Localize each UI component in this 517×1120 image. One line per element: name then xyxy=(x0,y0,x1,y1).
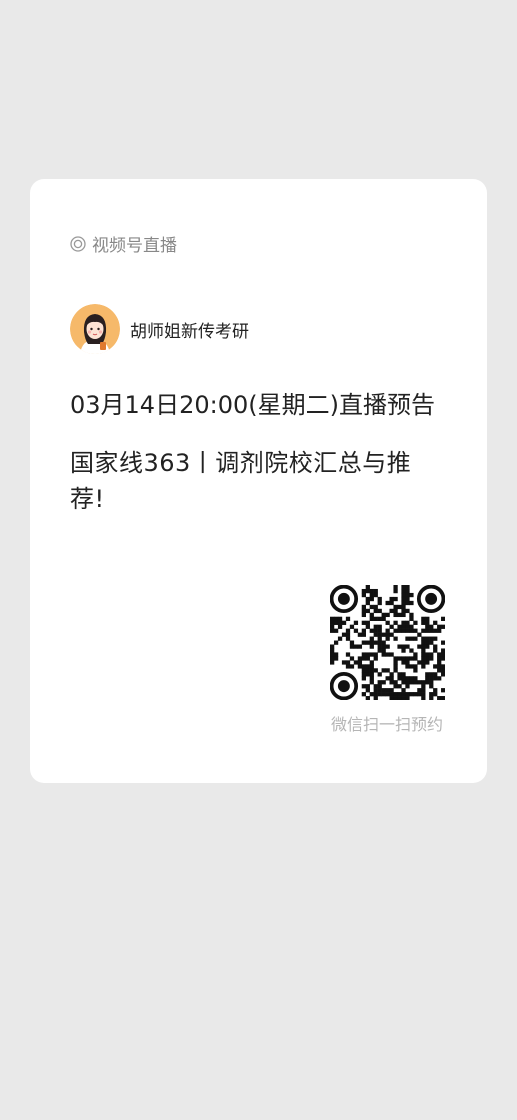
author-row[interactable]: 胡师姐新传考研 xyxy=(70,304,249,354)
live-ring-icon xyxy=(70,235,86,252)
qr-eye-center xyxy=(337,680,350,693)
qr-code[interactable] xyxy=(330,585,445,700)
avatar-illustration-icon xyxy=(70,304,120,354)
live-preview-card: 视频号直播 胡师姐新传考研 03月14日20:00(星期二)直播预告 国家线36… xyxy=(30,179,487,783)
qr-eye-center xyxy=(425,592,438,605)
source-label: 视频号直播 xyxy=(92,236,177,256)
author-name[interactable]: 胡师姐新传考研 xyxy=(130,317,249,342)
live-title: 国家线363丨调剂院校汇总与推荐! xyxy=(70,449,412,513)
source-row: 视频号直播 xyxy=(70,231,177,256)
avatar[interactable] xyxy=(70,304,120,354)
qr-caption: 微信扫一扫预约 xyxy=(330,715,443,734)
qr-eye-center xyxy=(337,592,350,605)
live-schedule: 03月14日20:00(星期二)直播预告 xyxy=(70,391,435,419)
